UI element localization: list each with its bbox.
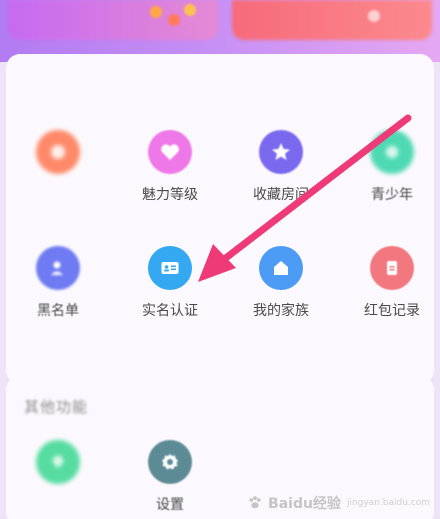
heart-icon — [148, 130, 192, 174]
star-icon — [259, 130, 303, 174]
teen-mode-icon — [370, 130, 414, 174]
watermark-brand: Baidu经验 — [268, 496, 341, 512]
feature-label: 设置 — [156, 497, 184, 513]
gear-icon — [148, 440, 192, 484]
feature-label: 实名认证 — [142, 303, 198, 319]
baidu-watermark: Baidu经验 jingyan.baidu.com — [246, 493, 430, 513]
feature-label: 黑名单 — [37, 303, 79, 319]
top-banner — [0, 0, 440, 62]
feature-real-name-auth[interactable]: 实名认证 — [115, 246, 225, 336]
banner-decoration — [368, 10, 380, 22]
feature-charm-level[interactable]: 魅力等级 — [115, 130, 225, 220]
watermark-url: jingyan.baidu.com — [346, 498, 430, 508]
section-title-other: 其他功能 — [24, 398, 89, 416]
orange-badge-icon — [36, 130, 80, 174]
feature-favorite-rooms[interactable]: 收藏房间 — [226, 130, 336, 220]
paw-icon — [249, 496, 261, 509]
feature-blacklist[interactable]: 黑名单 — [3, 246, 113, 336]
red-envelope-icon — [370, 246, 414, 290]
feature-label: 我的家族 — [253, 303, 309, 319]
feature-label: 收藏房间 — [253, 187, 309, 203]
banner-decoration — [168, 14, 180, 26]
blacklist-user-icon — [36, 246, 80, 290]
feature-label: 魅力等级 — [142, 187, 198, 203]
id-card-icon — [148, 246, 192, 290]
other-feature-settings[interactable]: 设置 — [115, 440, 225, 519]
feature-label: 青少年 — [371, 187, 413, 203]
house-icon — [259, 246, 303, 290]
feature-teen-mode[interactable]: 青少年 — [337, 130, 440, 220]
banner-card-right[interactable] — [232, 0, 432, 40]
banner-decoration — [150, 6, 162, 18]
banner-decoration — [184, 4, 196, 16]
feature-item[interactable] — [3, 130, 113, 220]
feature-my-family[interactable]: 我的家族 — [226, 246, 336, 336]
other-feature-item[interactable] — [3, 440, 113, 519]
feature-label: 红包记录 — [364, 303, 420, 319]
feature-red-envelope-record[interactable]: 红包记录 — [337, 246, 440, 336]
green-shield-icon — [36, 440, 80, 484]
